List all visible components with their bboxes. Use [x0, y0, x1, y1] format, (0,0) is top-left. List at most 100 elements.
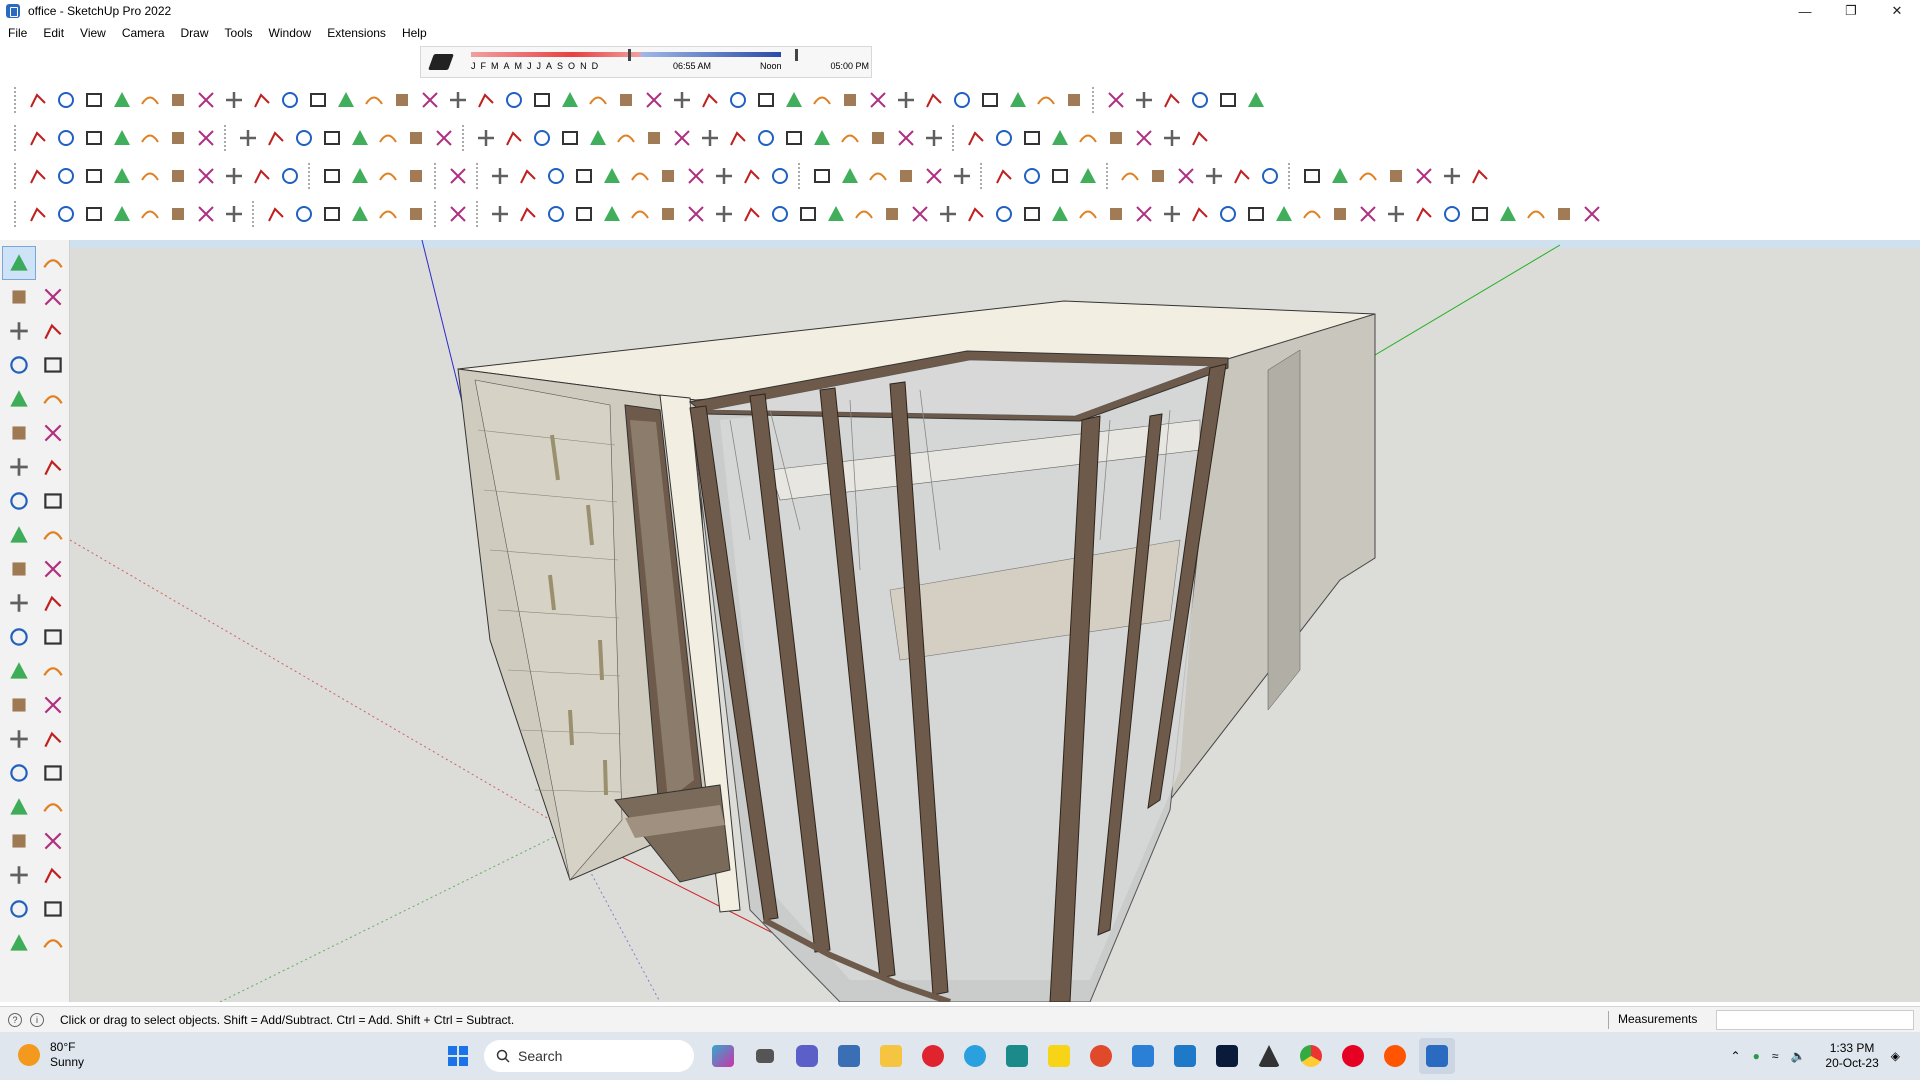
- calendar-app-icon[interactable]: [1167, 1038, 1203, 1074]
- row3-tool-icon[interactable]: [346, 162, 374, 190]
- row4-tool-icon[interactable]: [220, 200, 248, 228]
- pinterest-icon[interactable]: [1335, 1038, 1371, 1074]
- toolbar-grip[interactable]: [1288, 163, 1294, 189]
- menu-help[interactable]: Help: [394, 23, 435, 43]
- time-slider-thumb[interactable]: [795, 49, 798, 61]
- row4-tool-icon[interactable]: [24, 200, 52, 228]
- row1-tool-icon[interactable]: [556, 86, 584, 114]
- row2-tool-icon[interactable]: [528, 124, 556, 152]
- row1-tool-icon[interactable]: [696, 86, 724, 114]
- row1-tool-icon[interactable]: [108, 86, 136, 114]
- row1-tool-icon[interactable]: [360, 86, 388, 114]
- row3-tool-icon[interactable]: [892, 162, 920, 190]
- clock[interactable]: 1:33 PM 20-Oct-23: [1825, 1041, 1878, 1071]
- restore-icon[interactable]: ❐: [1828, 0, 1874, 22]
- minimize-icon[interactable]: —: [1782, 0, 1828, 22]
- toolbar-grip[interactable]: [14, 125, 20, 151]
- row3-tool-icon[interactable]: [598, 162, 626, 190]
- row4-tool-icon[interactable]: [1578, 200, 1606, 228]
- row2-tool-icon[interactable]: [290, 124, 318, 152]
- row3-tool-icon[interactable]: [1410, 162, 1438, 190]
- chevron-up-icon[interactable]: ⌃: [1731, 1049, 1741, 1063]
- row3-tool-icon[interactable]: [136, 162, 164, 190]
- row4-tool-icon[interactable]: [738, 200, 766, 228]
- menu-extensions[interactable]: Extensions: [319, 23, 394, 43]
- row4-tool-icon[interactable]: [444, 200, 472, 228]
- volume-icon[interactable]: 🔈: [1790, 1049, 1805, 1063]
- row4-tool-icon[interactable]: [1130, 200, 1158, 228]
- offset-tool-icon[interactable]: [36, 586, 70, 620]
- row3-tool-icon[interactable]: [24, 162, 52, 190]
- row1-tool-icon[interactable]: [640, 86, 668, 114]
- row2-tool-icon[interactable]: [500, 124, 528, 152]
- row4-tool-icon[interactable]: [1550, 200, 1578, 228]
- line-tool-icon[interactable]: [2, 348, 36, 382]
- rotate-tool-icon[interactable]: [2, 552, 36, 586]
- follow-me-tool-icon[interactable]: [36, 552, 70, 586]
- sandbox-from-scratch-tool-icon[interactable]: [36, 892, 70, 926]
- row2-tool-icon[interactable]: [24, 124, 52, 152]
- scale-tool-icon[interactable]: [2, 586, 36, 620]
- row1-tool-icon[interactable]: [780, 86, 808, 114]
- copilot-icon[interactable]: [705, 1038, 741, 1074]
- row2-tool-icon[interactable]: [1102, 124, 1130, 152]
- zoom-extents-tool-icon[interactable]: [2, 790, 36, 824]
- opera-icon[interactable]: [915, 1038, 951, 1074]
- row1-tool-icon[interactable]: [1130, 86, 1158, 114]
- task-view-icon[interactable]: [747, 1038, 783, 1074]
- toolbar-grip[interactable]: [476, 163, 482, 189]
- row2-tool-icon[interactable]: [962, 124, 990, 152]
- 3d-text-tool-icon[interactable]: [36, 688, 70, 722]
- component-tool-icon[interactable]: [2, 314, 36, 348]
- row2-tool-icon[interactable]: [584, 124, 612, 152]
- row4-tool-icon[interactable]: [1018, 200, 1046, 228]
- row4-tool-icon[interactable]: [570, 200, 598, 228]
- text-tool-icon[interactable]: [36, 654, 70, 688]
- row3-tool-icon[interactable]: [1228, 162, 1256, 190]
- row4-tool-icon[interactable]: [1102, 200, 1130, 228]
- row2-tool-icon[interactable]: [108, 124, 136, 152]
- row4-tool-icon[interactable]: [822, 200, 850, 228]
- photoshop-icon[interactable]: [1209, 1038, 1245, 1074]
- row3-tool-icon[interactable]: [108, 162, 136, 190]
- month-slider[interactable]: [471, 52, 641, 57]
- file-explorer-icon[interactable]: [873, 1038, 909, 1074]
- row1-tool-icon[interactable]: [248, 86, 276, 114]
- row3-tool-icon[interactable]: [542, 162, 570, 190]
- row1-tool-icon[interactable]: [836, 86, 864, 114]
- protractor-tool-icon[interactable]: [2, 654, 36, 688]
- axes-tool-icon[interactable]: [2, 688, 36, 722]
- row3-tool-icon[interactable]: [248, 162, 276, 190]
- row1-tool-icon[interactable]: [892, 86, 920, 114]
- row3-tool-icon[interactable]: [514, 162, 542, 190]
- autodesk-icon[interactable]: [1251, 1038, 1287, 1074]
- toolbar-grip[interactable]: [980, 163, 986, 189]
- row3-tool-icon[interactable]: [402, 162, 430, 190]
- row4-tool-icon[interactable]: [108, 200, 136, 228]
- row2-tool-icon[interactable]: [192, 124, 220, 152]
- row3-tool-icon[interactable]: [52, 162, 80, 190]
- row4-tool-icon[interactable]: [80, 200, 108, 228]
- menu-view[interactable]: View: [72, 23, 114, 43]
- walk-tool-icon[interactable]: [2, 858, 36, 892]
- row4-tool-icon[interactable]: [1438, 200, 1466, 228]
- previous-view-tool-icon[interactable]: [36, 790, 70, 824]
- row3-tool-icon[interactable]: [1018, 162, 1046, 190]
- row2-tool-icon[interactable]: [234, 124, 262, 152]
- row3-tool-icon[interactable]: [1354, 162, 1382, 190]
- dimension-tool-icon[interactable]: [36, 620, 70, 654]
- row3-tool-icon[interactable]: [164, 162, 192, 190]
- model-viewport[interactable]: [70, 240, 1920, 1002]
- stamp-tool-icon[interactable]: [36, 926, 70, 960]
- row3-tool-icon[interactable]: [738, 162, 766, 190]
- 3pt-arc-tool-icon[interactable]: [2, 484, 36, 518]
- pan-tool-icon[interactable]: [36, 722, 70, 756]
- arc-tool-icon[interactable]: [2, 450, 36, 484]
- tape-measure-tool-icon[interactable]: [2, 620, 36, 654]
- row1-tool-icon[interactable]: [612, 86, 640, 114]
- row4-tool-icon[interactable]: [1186, 200, 1214, 228]
- row1-tool-icon[interactable]: [192, 86, 220, 114]
- row1-tool-icon[interactable]: [808, 86, 836, 114]
- row3-tool-icon[interactable]: [1298, 162, 1326, 190]
- zoom-tool-icon[interactable]: [2, 756, 36, 790]
